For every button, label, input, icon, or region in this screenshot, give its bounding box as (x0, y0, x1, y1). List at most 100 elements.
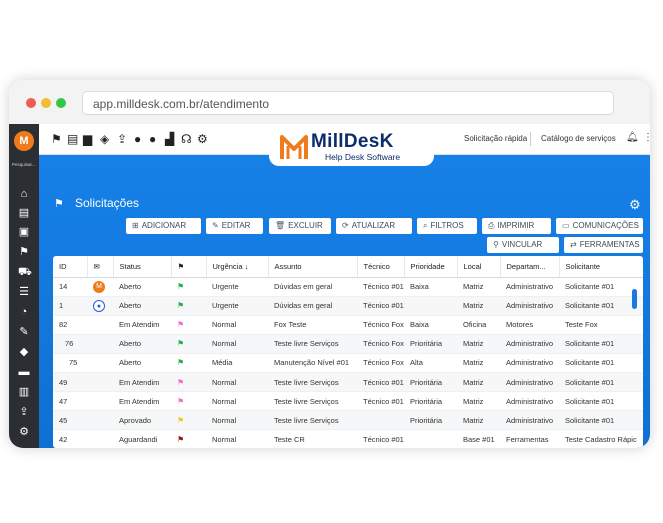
flag-icon[interactable]: ⚑ (18, 246, 30, 258)
cell-avatar (87, 429, 113, 448)
settings-icon[interactable]: ⚙ (18, 426, 30, 438)
cell-id: 47 (53, 391, 87, 412)
avatar: M (93, 280, 105, 293)
cell-subject: Teste livre Serviços (268, 410, 357, 431)
table-row[interactable]: 1 ● Aberto ⚑ Urgente Dúvidas em geral Técnico … (53, 296, 643, 316)
sidebar-search[interactable]: Pesquisar... (12, 162, 36, 167)
status-flag-icon: ⚑ (177, 377, 185, 387)
divider (530, 132, 531, 146)
cell-urgency: Normal (206, 315, 268, 335)
tag-icon[interactable]: ◈ (100, 133, 109, 145)
edit-button[interactable]: ✎ EDITAR (206, 218, 263, 234)
list-icon[interactable]: ☰ (18, 286, 30, 298)
table-row[interactable]: 45 Aprovado ⚑ Normal Teste livre Serviços Pri… (53, 410, 643, 431)
table-row[interactable]: 75 Aberto ⚑ Média Manutenção Nível #01 Técnic… (53, 353, 643, 373)
minimize-dot[interactable] (41, 98, 51, 108)
col-urgency[interactable]: Urgência ↓ (206, 256, 269, 278)
col-tech[interactable]: Técnico (357, 256, 405, 278)
cell-requester: Solicitante #01 (559, 334, 643, 354)
col-status[interactable]: Status (113, 256, 172, 278)
refresh-button[interactable]: ⟳ ATUALIZAR (336, 218, 412, 234)
document-icon[interactable]: ▤ (18, 207, 30, 219)
add-button[interactable]: ⊞ ADICIONAR (126, 218, 201, 234)
col-id[interactable]: ID (53, 256, 88, 278)
cell-subject: Manutenção Nível #01 (268, 353, 357, 373)
col-local[interactable]: Local (457, 256, 501, 278)
cell-urgency: Normal (206, 429, 268, 448)
cell-id: 45 (53, 410, 87, 431)
gear-icon[interactable]: ⚙ (197, 133, 208, 145)
cell-local: Matriz (457, 296, 500, 316)
user-group-icon[interactable]: ● (149, 133, 156, 145)
filters-button[interactable]: ⌕ FILTROS (417, 218, 477, 234)
col-subject[interactable]: Assunto (268, 256, 358, 278)
table-row[interactable]: 82 Em Atendim ⚑ Normal Fox Teste Técnico Fox B… (53, 315, 643, 335)
cell-local: Matriz (457, 353, 500, 373)
cell-tech: Técnico Fox (357, 334, 404, 354)
tools-button[interactable]: ⇄ FERRAMENTAS (564, 237, 643, 253)
col-mail[interactable]: ✉ (87, 256, 114, 278)
cell-id: 75 (53, 353, 87, 373)
pencil-icon[interactable]: ✎ (18, 326, 30, 338)
table-row[interactable]: 47 Em Atendim ⚑ Normal Teste livre Serviços T… (53, 391, 643, 412)
cell-flag: ⚑ (171, 429, 206, 448)
col-priority[interactable]: Prioridade (404, 256, 458, 278)
col-flag[interactable]: ⚑ (171, 256, 207, 278)
cell-local: Oficina (457, 315, 500, 335)
status-flag-icon: ⚑ (177, 434, 185, 444)
id-card-icon[interactable]: ▆ (83, 133, 92, 145)
address-bar[interactable]: app.milldesk.com.br/atendimento (82, 91, 614, 115)
status-flag-icon: ⚑ (177, 415, 185, 425)
cell-status: Aberto (113, 353, 171, 373)
inbox-icon[interactable]: ▥ (18, 386, 30, 398)
cart-icon[interactable]: ⛟ (18, 266, 32, 278)
cell-avatar (87, 391, 113, 412)
table-row[interactable]: 49 Em Atendim ⚑ Normal Teste livre Serviços T… (53, 372, 643, 393)
cell-tech: Técnico Fox (357, 353, 404, 373)
quick-request-link[interactable]: Solicitação rápida (464, 134, 527, 143)
cell-urgency: Normal (206, 334, 268, 354)
brand-logo[interactable]: MillDesK Help Desk Software (269, 128, 434, 166)
table-scrollbar[interactable] (632, 289, 637, 309)
clock-icon[interactable]: ◔ (18, 306, 30, 318)
app-logo[interactable]: M (14, 131, 34, 151)
cell-avatar: M (87, 277, 113, 297)
filters-label: FILTROS (430, 221, 464, 230)
clipboard-icon[interactable]: ▣ (18, 226, 30, 238)
delete-button[interactable]: 🗑︎ EXCLUIR (269, 218, 331, 234)
cell-flag: ⚑ (171, 391, 206, 412)
flag-icon[interactable]: ⚑ (51, 133, 62, 145)
col-department[interactable]: Departam... (500, 256, 560, 278)
cell-tech: Técnico #01 (357, 391, 404, 412)
table-row[interactable]: 76 Aberto ⚑ Normal Teste livre Serviços Técni… (53, 334, 643, 354)
upload-icon[interactable]: ⇪ (18, 406, 30, 418)
print-button[interactable]: ⎙ IMPRIMIR (482, 218, 551, 234)
tag-icon[interactable]: ◆ (18, 346, 30, 358)
file-plus-icon[interactable]: ▤ (67, 133, 78, 145)
requests-table: ID ✉ Status ⚑ Urgência ↓ Assunto Técnico… (53, 256, 643, 448)
table-row[interactable]: 14 M Aberto ⚑ Urgente Dúvidas em geral Técnico… (53, 277, 643, 297)
link-button[interactable]: ⚲ VINCULAR (487, 237, 559, 253)
home-icon[interactable]: ⌂ (18, 188, 30, 200)
cell-requester: Teste Fox (559, 315, 643, 335)
cell-flag: ⚑ (171, 334, 206, 354)
bell-icon[interactable]: 🔔︎ (626, 132, 639, 143)
upload-icon[interactable]: ⇪ (117, 133, 127, 145)
bar-chart-icon[interactable]: ▟ (165, 133, 174, 145)
user-icon[interactable]: ● (134, 133, 141, 145)
close-dot[interactable] (26, 98, 36, 108)
table-row[interactable]: 42 Aguardandi ⚑ Normal Teste CR Técnico #01 Ba… (53, 429, 643, 448)
maximize-dot[interactable] (56, 98, 66, 108)
communications-button[interactable]: ▭ COMUNICAÇÕES (556, 218, 643, 234)
headset-icon[interactable]: ☊ (181, 133, 192, 145)
plus-icon: ⊞ (132, 221, 139, 230)
page-settings-gear-icon[interactable]: ⚙ (629, 197, 641, 213)
briefcase-icon[interactable]: ▬ (18, 366, 30, 378)
cell-requester: Solicitante #01 (559, 391, 643, 412)
cell-id: 1 (53, 296, 87, 316)
col-requester[interactable]: Solicitante (559, 256, 643, 278)
status-flag-icon: ⚑ (177, 396, 185, 406)
service-catalog-link[interactable]: Catálogo de serviços (541, 134, 616, 143)
more-vertical-icon[interactable]: ⋮ (643, 132, 650, 143)
search-icon: ⌕ (423, 221, 428, 230)
